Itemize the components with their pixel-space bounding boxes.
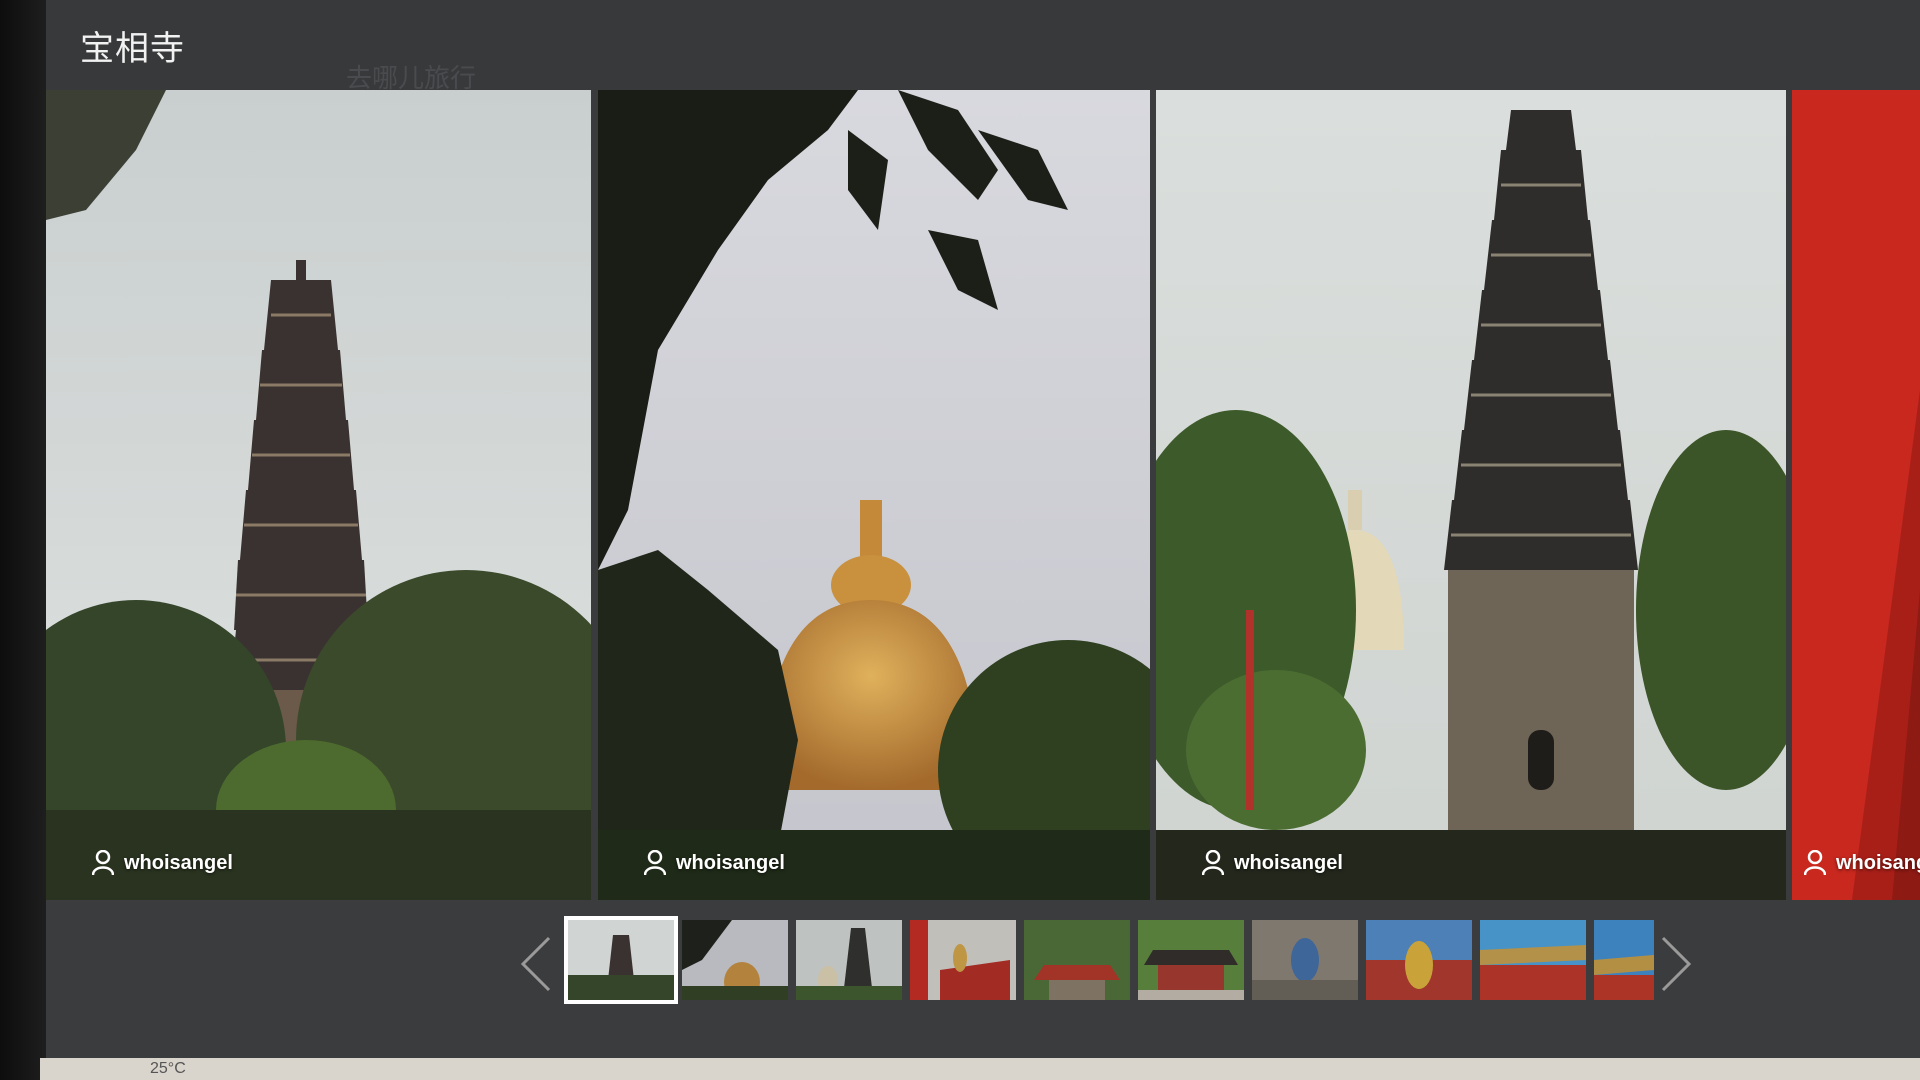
photo-pagoda[interactable]: whoisangel xyxy=(46,90,591,900)
page-title: 宝相寺 xyxy=(80,28,185,69)
user-icon xyxy=(1202,850,1224,876)
photo-credit: whoisangel xyxy=(1202,850,1343,876)
thumbnail-pagoda-stupa xyxy=(796,920,902,1000)
title-bar: 宝相寺 去哪儿旅行 xyxy=(46,0,1920,94)
thumbnail-bar xyxy=(46,900,1920,1080)
thumbnail-list xyxy=(564,916,1654,1004)
thumbnail-hall xyxy=(1138,920,1244,1000)
pagoda-image xyxy=(46,90,591,900)
thumbnail-7[interactable] xyxy=(1252,920,1358,1000)
photo-red-wall[interactable]: whoisangel xyxy=(1792,90,1920,900)
photo-credit-name: whoisangel xyxy=(676,851,785,874)
photo-credit: whoisangel xyxy=(644,850,785,876)
photo-strip: whoisangel whoisangel whoisangel whoisan xyxy=(46,90,1920,900)
photo-pagoda-and-stupa[interactable]: whoisangel xyxy=(1156,90,1786,900)
thumbnail-1[interactable] xyxy=(564,916,678,1004)
thumbnail-red-temple xyxy=(910,920,1016,1000)
red-wall-image xyxy=(1792,90,1920,900)
thumbnail-red-pavilion xyxy=(1480,920,1586,1000)
golden-stupa-image xyxy=(598,90,1150,900)
thumbnail-temple-trees xyxy=(1024,920,1130,1000)
thumbnail-4[interactable] xyxy=(910,920,1016,1000)
chevron-left-icon xyxy=(520,936,551,992)
photo-credit: whoisangel xyxy=(1804,850,1920,876)
user-icon xyxy=(644,850,666,876)
photo-credit: whoisangel xyxy=(92,850,233,876)
next-button[interactable] xyxy=(1656,932,1696,996)
monitor-bezel xyxy=(0,0,46,1080)
photo-credit-name: whoisangel xyxy=(1234,851,1343,874)
thumbnail-golden-stupa xyxy=(682,920,788,1000)
thumbnail-blue-statue xyxy=(1252,920,1358,1000)
weather-temperature: 25°C xyxy=(150,1060,186,1077)
previous-button[interactable] xyxy=(516,932,556,996)
photo-viewer-window: 宝相寺 去哪儿旅行 whoisangel whoisangel whoisang… xyxy=(46,0,1920,1080)
thumbnail-3[interactable] xyxy=(796,920,902,1000)
thumbnail-golden-statue xyxy=(1366,920,1472,1000)
thumbnail-9[interactable] xyxy=(1480,920,1586,1000)
chevron-right-icon xyxy=(1661,936,1692,992)
photo-credit-name: whoisangel xyxy=(1836,851,1920,874)
thumbnail-8[interactable] xyxy=(1366,920,1472,1000)
thumbnail-5[interactable] xyxy=(1024,920,1130,1000)
user-icon xyxy=(92,850,114,876)
thumbnail-roof xyxy=(1594,920,1654,1000)
taskbar: 25°C xyxy=(40,1058,1920,1080)
pagoda-stupa-image xyxy=(1156,90,1786,900)
user-icon xyxy=(1804,850,1826,876)
thumbnail-pagoda xyxy=(568,920,674,1000)
photo-golden-stupa[interactable]: whoisangel xyxy=(598,90,1150,900)
photo-credit-name: whoisangel xyxy=(124,851,233,874)
thumbnail-2[interactable] xyxy=(682,920,788,1000)
thumbnail-6[interactable] xyxy=(1138,920,1244,1000)
thumbnail-10[interactable] xyxy=(1594,920,1654,1000)
